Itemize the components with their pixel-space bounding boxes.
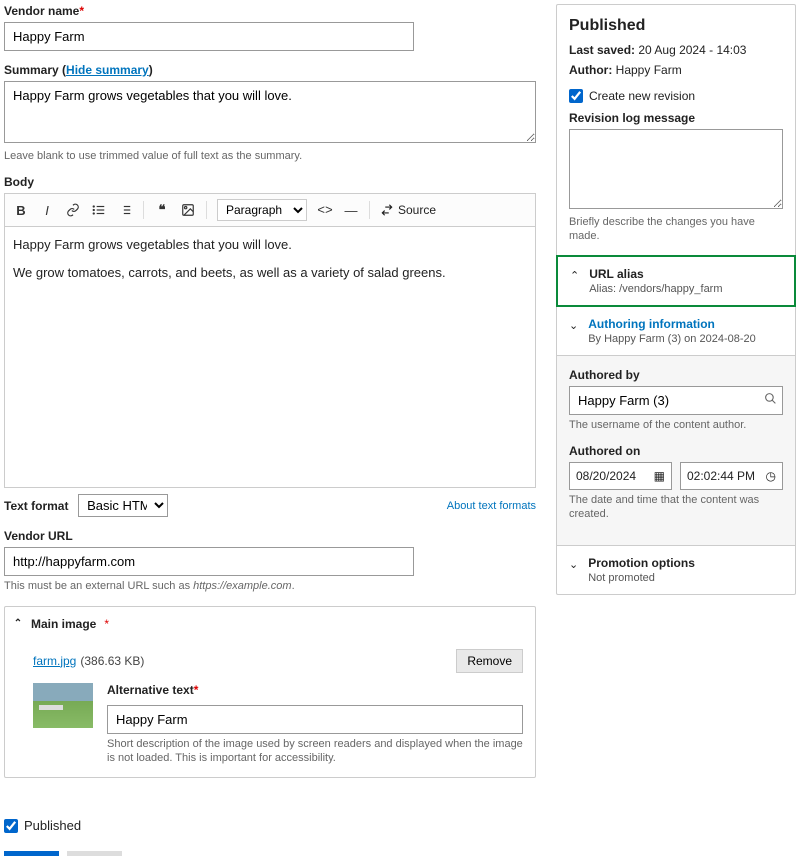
remove-image-button[interactable]: Remove	[456, 649, 523, 673]
revlog-label: Revision log message	[569, 111, 783, 125]
alt-text-label: Alternative text*	[107, 683, 523, 697]
alt-text-input[interactable]	[107, 705, 523, 734]
summary-help: Leave blank to use trimmed value of full…	[4, 149, 536, 163]
image-filename-link[interactable]: farm.jpg	[33, 654, 76, 668]
bold-button[interactable]: B	[9, 198, 33, 222]
url-alias-value: Alias: /vendors/happy_farm	[589, 283, 782, 295]
alt-text-help: Short description of the image used by s…	[107, 737, 523, 766]
published-label: Published	[24, 818, 81, 833]
image-thumbnail	[33, 683, 93, 728]
authoring-panel: Authored by The username of the content …	[557, 355, 795, 546]
authored-by-label: Authored by	[569, 368, 783, 382]
summary-label: Summary (Hide summary)	[4, 63, 536, 77]
vendor-url-label: Vendor URL	[4, 529, 536, 543]
clock-icon: ◷	[766, 469, 776, 483]
body-editor: B I ❝ Paragraph <> — Source	[4, 193, 536, 488]
vendor-url-input[interactable]	[4, 547, 414, 576]
authoring-accordion[interactable]: ⌄ Authoring information By Happy Farm (3…	[557, 306, 795, 355]
tab-active[interactable]	[4, 851, 59, 856]
numbered-list-button[interactable]	[113, 198, 137, 222]
text-format-label: Text format	[4, 499, 68, 513]
text-format-select[interactable]: Basic HTML	[78, 494, 168, 517]
sidebar: Published Last saved: 20 Aug 2024 - 14:0…	[556, 4, 796, 595]
chevron-up-icon: ⌃	[13, 618, 23, 629]
authored-time-input[interactable]: 02:02:44 PM ◷	[680, 462, 783, 490]
tab-inactive[interactable]	[67, 851, 122, 856]
body-label: Body	[4, 175, 536, 189]
about-text-formats-link[interactable]: About text formats	[447, 500, 536, 512]
new-revision-checkbox[interactable]	[569, 89, 583, 103]
link-button[interactable]	[61, 198, 85, 222]
bullet-list-button[interactable]	[87, 198, 111, 222]
author-value: Happy Farm	[616, 63, 682, 77]
authored-by-input[interactable]	[569, 386, 783, 415]
revlog-textarea[interactable]	[569, 129, 783, 209]
bottom-tabs	[4, 851, 536, 856]
body-content[interactable]: Happy Farm grows vegetables that you wil…	[5, 227, 535, 487]
paragraph-select[interactable]: Paragraph	[217, 199, 307, 221]
vendor-name-label: Vendor name*	[4, 4, 536, 18]
search-icon	[764, 392, 777, 408]
italic-button[interactable]: I	[35, 198, 59, 222]
revlog-help: Briefly describe the changes you have ma…	[569, 215, 783, 244]
new-revision-label: Create new revision	[589, 89, 695, 103]
chevron-up-icon: ⌃	[570, 269, 579, 295]
blockquote-button[interactable]: ❝	[150, 198, 174, 222]
promotion-sub: Not promoted	[588, 572, 783, 584]
vendor-url-help: This must be an external URL such as htt…	[4, 579, 536, 593]
source-button[interactable]: Source	[376, 203, 440, 217]
status-title: Published	[569, 17, 783, 35]
hide-summary-link[interactable]: Hide summary	[66, 63, 149, 77]
summary-textarea[interactable]: Happy Farm grows vegetables that you wil…	[4, 81, 536, 143]
chevron-down-icon: ⌄	[569, 558, 578, 584]
calendar-icon: ▦	[654, 469, 665, 483]
hr-button[interactable]: —	[339, 198, 363, 222]
published-checkbox[interactable]	[4, 819, 18, 833]
promotion-accordion[interactable]: ⌄ Promotion options Not promoted	[557, 545, 795, 594]
editor-toolbar: B I ❝ Paragraph <> — Source	[5, 194, 535, 227]
authored-date-input[interactable]: 08/20/2024 ▦	[569, 462, 672, 490]
vendor-name-input[interactable]	[4, 22, 414, 51]
authored-on-label: Authored on	[569, 444, 783, 458]
image-button[interactable]	[176, 198, 200, 222]
authoring-sub: By Happy Farm (3) on 2024-08-20	[588, 333, 783, 345]
main-image-header[interactable]: ⌃ Main image *	[5, 607, 535, 641]
main-image-panel: ⌃ Main image * farm.jpg (386.63 KB) Remo…	[4, 606, 536, 779]
code-button[interactable]: <>	[313, 198, 337, 222]
last-saved-value: 20 Aug 2024 - 14:03	[638, 43, 746, 57]
url-alias-accordion[interactable]: ⌃ URL alias Alias: /vendors/happy_farm	[556, 255, 796, 307]
chevron-down-icon: ⌄	[569, 319, 578, 345]
image-filesize: (386.63 KB)	[80, 654, 144, 668]
